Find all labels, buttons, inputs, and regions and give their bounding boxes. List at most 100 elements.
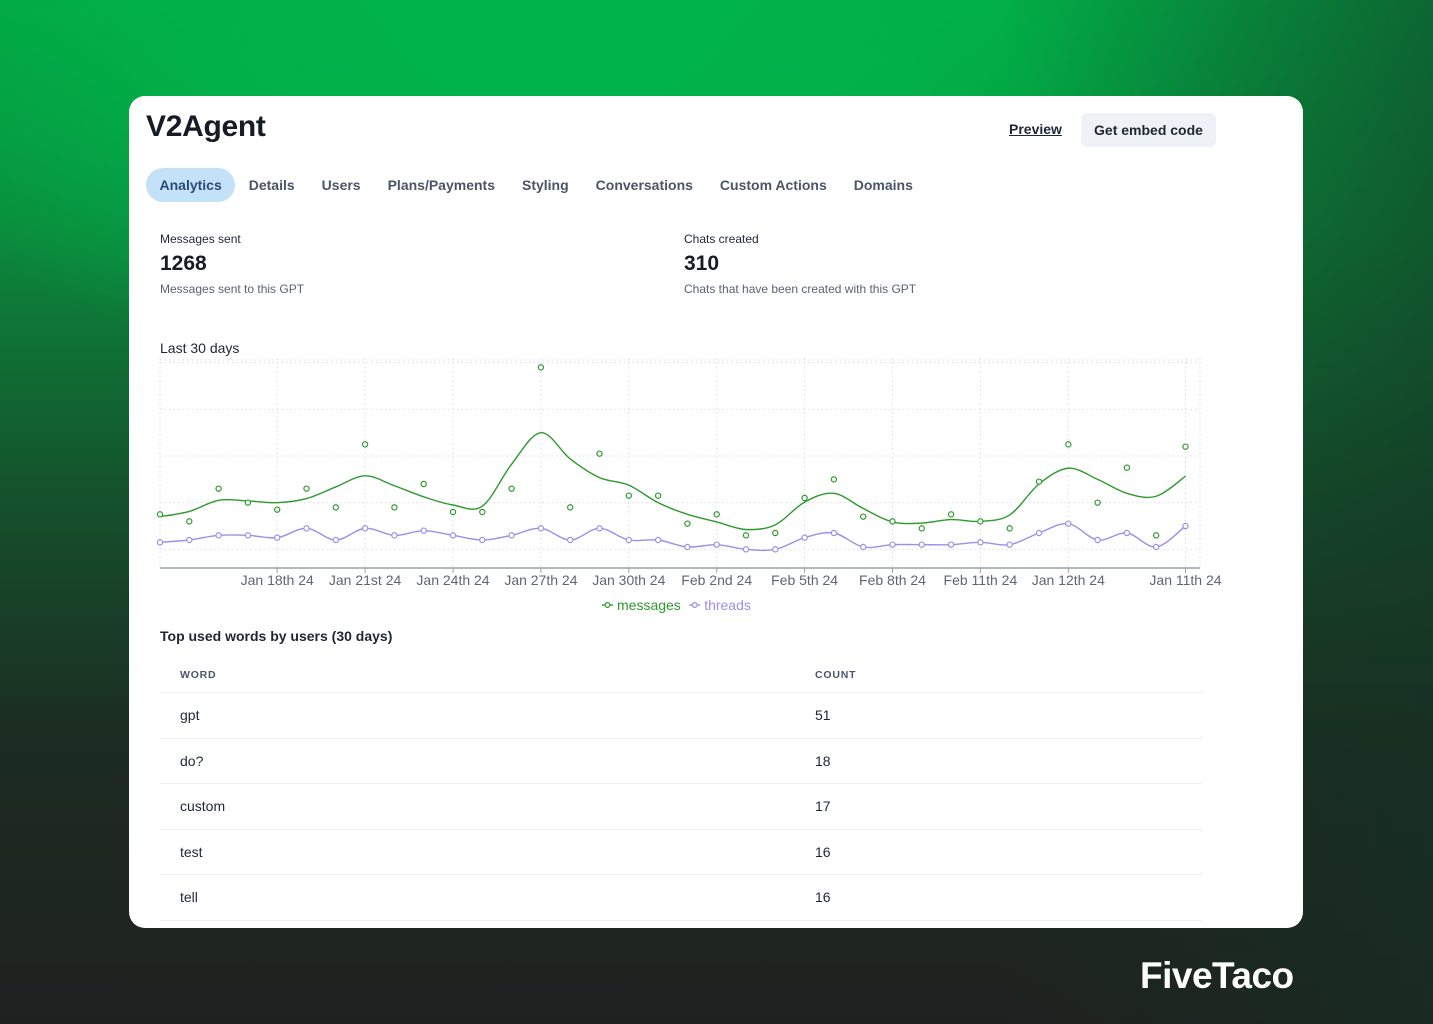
word-cell: gpt	[160, 692, 800, 739]
word-cell: do?	[160, 738, 800, 784]
threads-point	[361, 525, 369, 532]
threads-point	[332, 536, 339, 544]
x-tick-label: Jan 30th 24	[592, 572, 665, 588]
messages-point	[1006, 525, 1013, 532]
messages-point	[361, 441, 369, 448]
x-tick-label: Feb 5th 24	[771, 572, 838, 588]
threads-point	[186, 536, 193, 544]
messages-line	[159, 431, 1186, 531]
threads-point	[654, 536, 662, 544]
messages-point	[449, 508, 457, 516]
threads-point	[391, 532, 398, 539]
threads-point	[1182, 522, 1189, 530]
agent-card: V2Agent Preview Get embed code Analytics…	[129, 96, 1303, 928]
messages-point	[273, 506, 281, 513]
threads-point	[1123, 529, 1131, 537]
messages-point	[596, 450, 603, 457]
messages-point	[889, 518, 896, 525]
threads-point	[273, 534, 281, 541]
threads-point	[156, 539, 164, 546]
messages-point	[1182, 443, 1189, 450]
threads-point	[215, 532, 222, 539]
x-tick-label: Jan 21st 24	[329, 572, 402, 588]
messages-point	[830, 476, 838, 483]
threads-point	[1065, 520, 1072, 527]
grid	[159, 358, 1201, 568]
messages-point	[332, 504, 339, 511]
threads-point	[537, 525, 545, 532]
count-cell: 17	[800, 783, 1202, 830]
word-cell: test	[160, 829, 800, 875]
legend-label: threads	[704, 597, 751, 613]
messages-point	[186, 518, 193, 525]
x-tick-label: Jan 12th 24	[1032, 572, 1105, 588]
messages-point	[801, 494, 808, 502]
threads-point	[889, 541, 896, 548]
threads-point	[244, 532, 252, 539]
threads-point	[567, 536, 574, 544]
x-tick-label: Jan 18th 24	[241, 572, 314, 588]
series	[156, 364, 1189, 553]
table-row: do? 18	[160, 738, 1202, 784]
threads-point	[508, 532, 515, 539]
messages-point	[625, 492, 632, 499]
threads-point	[625, 536, 632, 544]
table-row: gpt 51	[160, 692, 1202, 739]
messages-point	[1123, 464, 1131, 471]
threads-point	[684, 543, 691, 551]
threads-point	[918, 541, 926, 548]
messages-point	[977, 518, 984, 525]
legend-marker-icon	[604, 602, 611, 609]
x-axis: Jan 18th 24 Jan 21st 24 Jan 24th 24 Jan 27t…	[160, 567, 1222, 588]
messages-point	[860, 513, 867, 520]
x-tick-label: Feb 2nd 24	[681, 572, 752, 588]
x-tick-label: Jan 24th 24	[416, 572, 489, 588]
messages-point	[420, 480, 427, 488]
count-cell: 16	[800, 829, 1202, 875]
messages-point	[1065, 441, 1072, 448]
table-row: custom 17	[160, 783, 1202, 830]
messages-point	[156, 511, 164, 518]
threads-point	[977, 539, 984, 546]
messages-point	[947, 511, 955, 518]
legend-label: messages	[617, 597, 681, 613]
threads-point	[303, 525, 310, 532]
count-cell: 51	[800, 692, 1202, 739]
messages-point	[684, 520, 691, 527]
threads-point	[449, 532, 457, 539]
word-cell: custom	[160, 783, 800, 830]
fivetaco-logo: FiveTaco	[1140, 955, 1294, 996]
messages-point	[918, 525, 926, 532]
threads-point	[1152, 543, 1160, 551]
threads-point	[1006, 541, 1013, 548]
threads-point	[947, 541, 955, 548]
messages-point	[244, 499, 252, 506]
messages-point	[215, 485, 222, 492]
messages-point	[1152, 532, 1160, 539]
messages-point	[1094, 499, 1101, 506]
count-cell: 18	[800, 738, 1202, 784]
legend-item-threads: threads	[689, 597, 751, 613]
threads-point	[420, 527, 427, 534]
column-header-word: WORD	[160, 658, 800, 693]
line-chart: Jan 18th 24 Jan 21st 24 Jan 24th 24 Jan 27t…	[156, 358, 1222, 613]
threads-point	[596, 525, 603, 532]
x-tick-label: Feb 8th 24	[859, 572, 926, 588]
top-words-table: WORD COUNT gpt 51 do? 18 custom 17 test …	[160, 658, 1202, 921]
threads-point	[772, 546, 779, 553]
x-tick-label: Jan 27th 24	[504, 572, 577, 588]
threads-line	[159, 522, 1186, 552]
threads-point	[479, 536, 486, 544]
messages-point	[508, 485, 515, 492]
legend-marker-icon	[691, 602, 698, 609]
x-tick-label: Jan 11th 24	[1149, 572, 1221, 588]
messages-point	[1035, 478, 1043, 485]
threads-point	[830, 529, 838, 537]
messages-point	[303, 485, 310, 492]
series-threads	[156, 520, 1189, 553]
table-header-row: WORD COUNT	[160, 658, 1202, 693]
messages-point	[567, 504, 574, 511]
messages-point	[479, 508, 486, 516]
column-header-count: COUNT	[800, 658, 1202, 693]
messages-point	[713, 511, 720, 518]
